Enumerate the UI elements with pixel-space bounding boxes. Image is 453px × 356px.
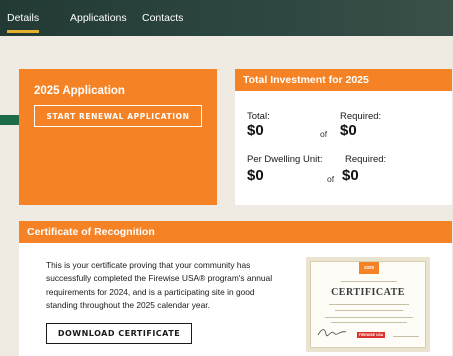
per-unit-of: of bbox=[327, 174, 335, 184]
tab-applications[interactable]: Applications bbox=[70, 12, 127, 24]
application-title: 2025 Application bbox=[34, 85, 125, 97]
certificate-preview: 2025 CERTIFICATE FIREWISE USA bbox=[310, 261, 426, 348]
active-tab-indicator bbox=[7, 30, 40, 33]
certificate-heading: CERTIFICATE bbox=[331, 287, 405, 298]
certificate-text-line bbox=[335, 310, 403, 311]
certificate-rule bbox=[341, 281, 397, 282]
certificate-panel: Certificate of Recognition This is your … bbox=[19, 221, 452, 356]
certificate-year-badge: 2025 bbox=[359, 262, 379, 274]
total-required-value: $0 bbox=[340, 122, 357, 139]
investment-panel: Total Investment for 2025 Total: Require… bbox=[235, 69, 452, 205]
tab-applications-label: Applications bbox=[70, 12, 127, 24]
total-value: $0 bbox=[247, 122, 264, 139]
tab-contacts-label: Contacts bbox=[142, 12, 184, 24]
per-unit-label: Per Dwelling Unit: bbox=[247, 154, 323, 165]
start-renewal-button[interactable]: START RENEWAL APPLICATION bbox=[34, 105, 202, 127]
total-label: Total: bbox=[247, 111, 270, 122]
certificate-text-line bbox=[331, 322, 407, 323]
top-nav: Details Applications Contacts bbox=[0, 0, 453, 36]
tab-details-label: Details bbox=[7, 12, 40, 24]
tab-contacts[interactable]: Contacts bbox=[142, 12, 183, 24]
per-unit-value: $0 bbox=[247, 167, 264, 184]
certificate-description: This is your certificate proving that yo… bbox=[46, 260, 273, 311]
certificate-thumbnail[interactable]: 2025 CERTIFICATE FIREWISE USA bbox=[306, 257, 430, 352]
application-panel: 2025 Application START RENEWAL APPLICATI… bbox=[19, 69, 217, 205]
firewise-logo: FIREWISE USA bbox=[357, 332, 385, 338]
total-required-label: Required: bbox=[340, 111, 382, 122]
total-of: of bbox=[320, 129, 328, 139]
certificate-text-line bbox=[325, 317, 413, 318]
tab-details[interactable]: Details bbox=[7, 12, 40, 33]
per-unit-required-label: Required: bbox=[345, 154, 387, 165]
per-unit-required-value: $0 bbox=[342, 167, 359, 184]
certificate-title: Certificate of Recognition bbox=[19, 221, 452, 243]
certificate-sign-line bbox=[393, 336, 419, 337]
signature-icon bbox=[317, 329, 347, 337]
download-certificate-button[interactable]: DOWNLOAD CERTIFICATE bbox=[46, 323, 192, 344]
investment-title: Total Investment for 2025 bbox=[235, 69, 452, 91]
certificate-text-line bbox=[329, 304, 409, 305]
